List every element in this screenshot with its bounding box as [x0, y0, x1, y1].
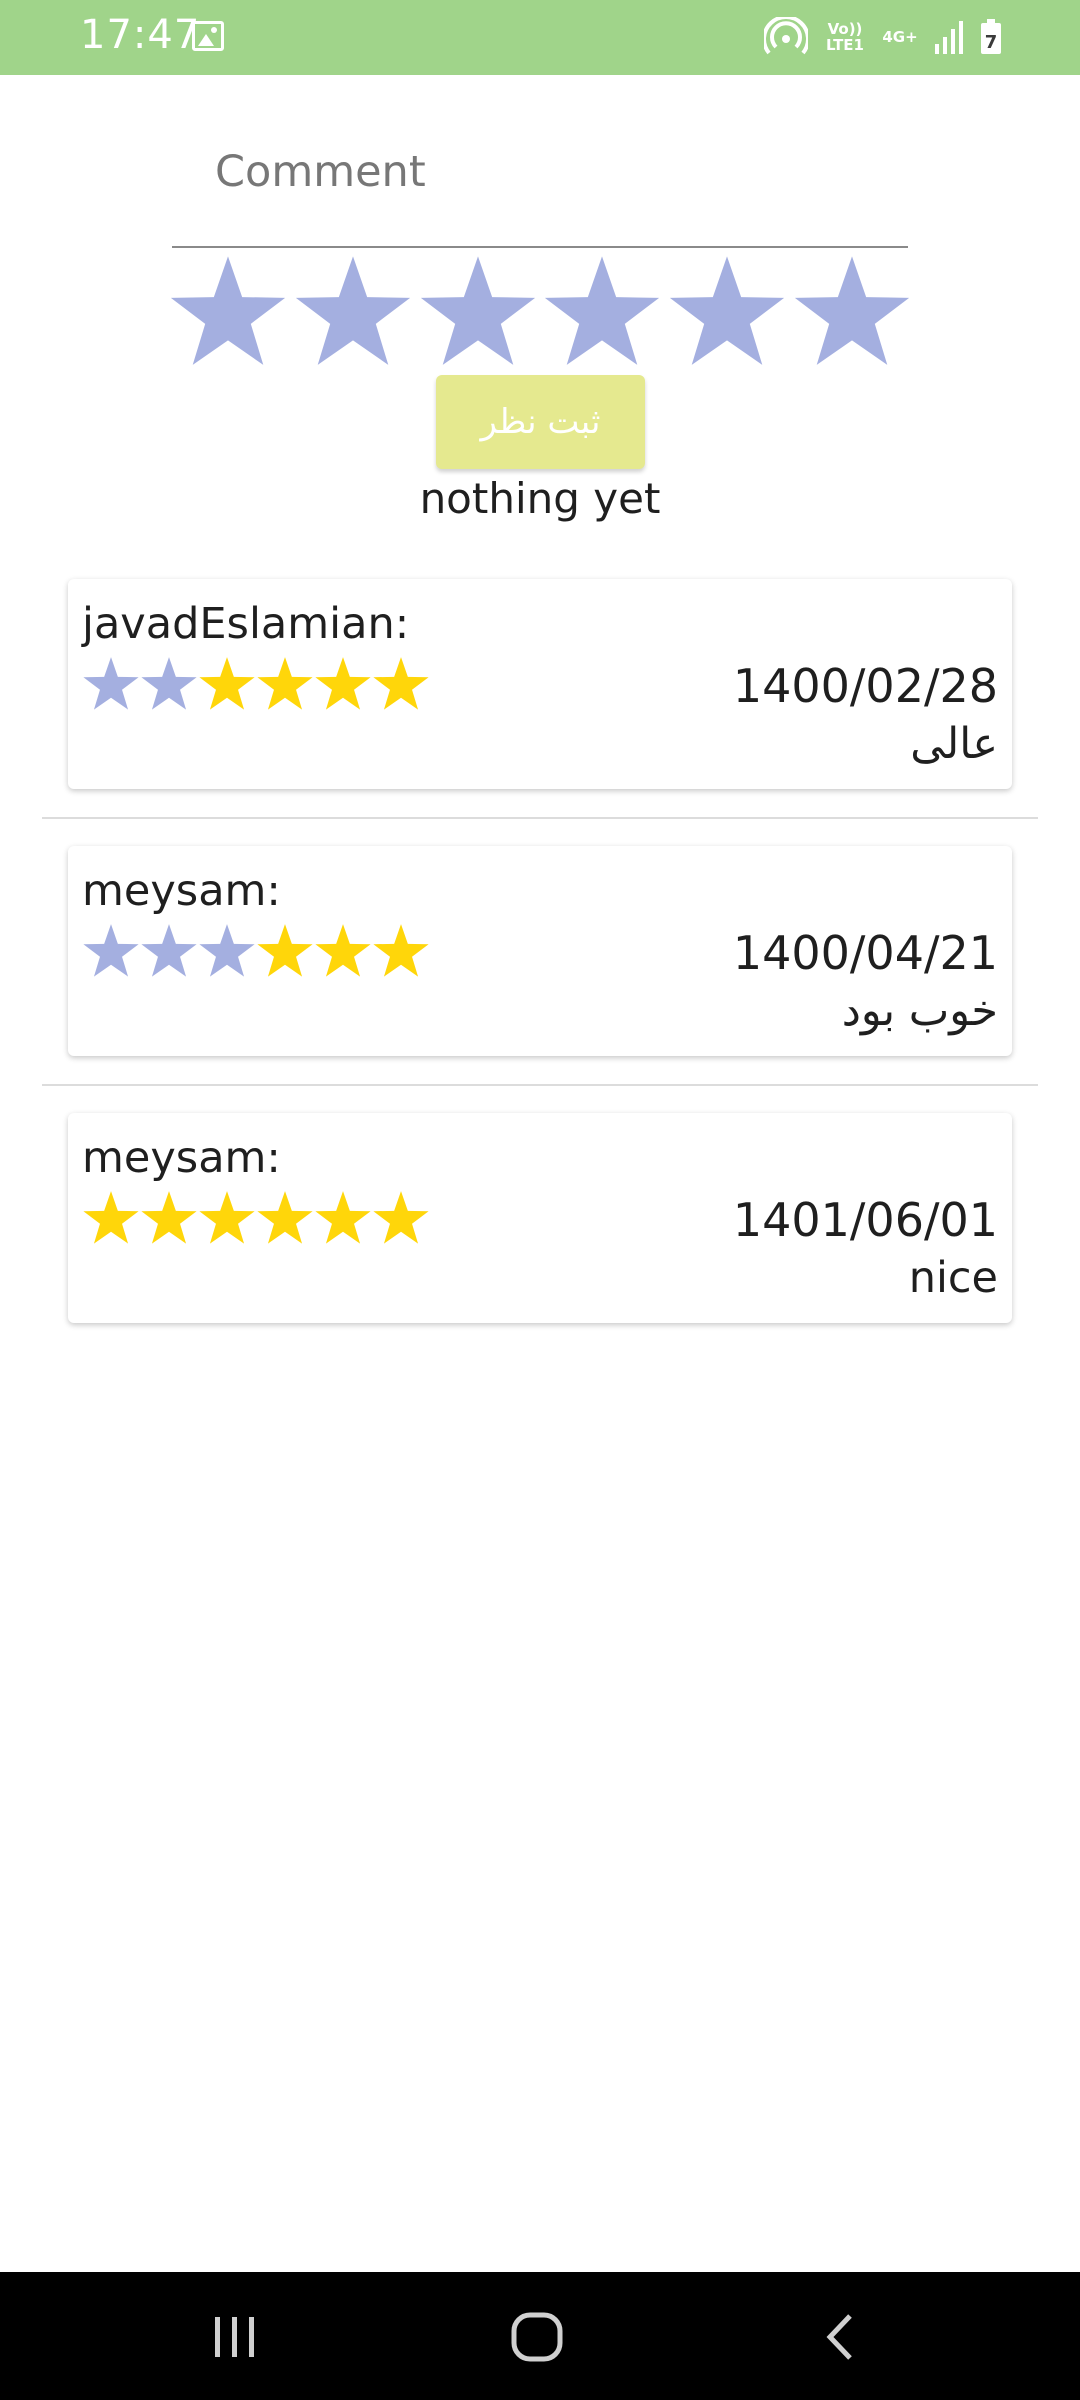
star-filled-icon	[83, 1191, 139, 1244]
review-date: 1400/02/28	[732, 659, 998, 713]
review-rating	[82, 923, 430, 981]
review-username: meysam:	[82, 866, 281, 916]
rating-bar[interactable]	[168, 254, 912, 374]
star-filled-icon	[257, 657, 313, 710]
star-filled-icon	[315, 1191, 371, 1244]
star-empty-icon	[141, 924, 197, 977]
star-filled-icon	[199, 657, 255, 710]
star-filled-icon	[141, 1191, 197, 1244]
review-date: 1400/04/21	[732, 926, 998, 980]
battery-icon: 7	[981, 19, 1001, 54]
star-filled-icon	[373, 924, 429, 977]
review-text: عالی	[910, 719, 998, 769]
review-rating	[82, 1190, 430, 1248]
review-card: javadEslamian: 1400/02/28 عالی	[68, 579, 1012, 789]
star-filled-icon	[199, 1191, 255, 1244]
review-card: meysam: 1401/06/01 nice	[68, 1113, 1012, 1323]
back-button[interactable]	[800, 2302, 880, 2372]
star-empty-icon	[199, 924, 255, 977]
recent-apps-icon	[215, 2317, 254, 2357]
rating-star-icon[interactable]	[667, 254, 787, 374]
hotspot-icon	[764, 17, 808, 55]
star-filled-icon	[315, 924, 371, 977]
review-text: خوب بود	[841, 986, 998, 1036]
image-icon	[192, 21, 224, 51]
star-filled-icon	[373, 657, 429, 710]
star-filled-icon	[373, 1191, 429, 1244]
status-time: 17:47	[80, 12, 201, 58]
review-username: javadEslamian:	[82, 599, 410, 649]
review-text: nice	[908, 1253, 998, 1303]
star-filled-icon	[315, 657, 371, 710]
star-empty-icon	[83, 657, 139, 710]
review-username: meysam:	[82, 1133, 281, 1183]
rating-star-icon[interactable]	[542, 254, 662, 374]
star-empty-icon	[141, 657, 197, 710]
rating-star-icon[interactable]	[792, 254, 912, 374]
status-bar: 17:47 Vo)) LTE1 4G+ 7	[0, 0, 1080, 75]
back-icon	[826, 2314, 852, 2360]
star-filled-icon	[257, 924, 313, 977]
navigation-bar	[0, 2272, 1080, 2400]
status-message: nothing yet	[419, 474, 661, 523]
recent-apps-button[interactable]	[195, 2302, 275, 2372]
review-card: meysam: 1400/04/21 خوب بود	[68, 846, 1012, 1056]
signal-icon	[935, 21, 963, 54]
rating-star-icon[interactable]	[168, 254, 288, 374]
rating-star-icon[interactable]	[418, 254, 538, 374]
divider	[42, 1084, 1038, 1086]
volte-indicator: Vo)) LTE1	[826, 20, 864, 54]
home-button[interactable]	[497, 2302, 577, 2372]
network-indicator: 4G+	[882, 28, 918, 46]
comment-field[interactable]	[172, 120, 908, 248]
divider	[42, 817, 1038, 819]
comment-input[interactable]	[215, 142, 855, 202]
home-icon	[511, 2312, 563, 2362]
review-rating	[82, 656, 430, 714]
review-date: 1401/06/01	[732, 1193, 998, 1247]
status-icons: Vo)) LTE1 4G+ 7	[764, 12, 1002, 62]
star-empty-icon	[83, 924, 139, 977]
star-filled-icon	[257, 1191, 313, 1244]
submit-comment-button[interactable]: ثبت نظر	[436, 375, 645, 469]
rating-star-icon[interactable]	[293, 254, 413, 374]
battery-level: 7	[985, 32, 998, 53]
